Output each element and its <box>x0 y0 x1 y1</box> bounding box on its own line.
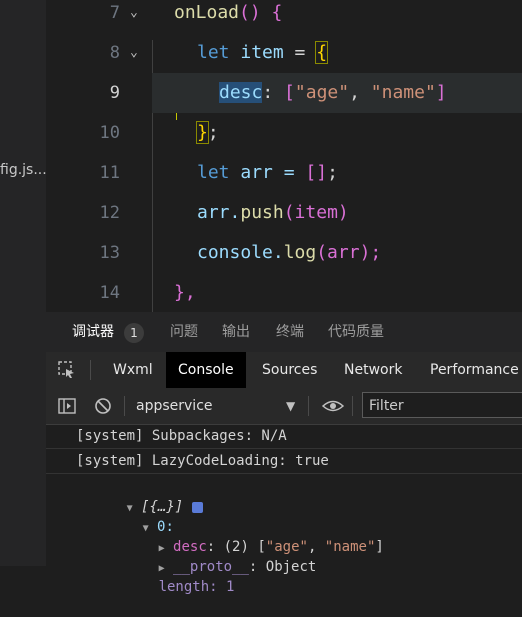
tab-console[interactable]: Console <box>166 352 246 388</box>
code-editor[interactable]: 7 ⌄ onLoad() { 8 ⌄ let item = { 9 desc: … <box>46 0 522 312</box>
explorer-sidebar: fig.js... <box>0 0 47 566</box>
token-var: arr = <box>229 162 306 183</box>
clear-console-icon[interactable] <box>94 397 112 419</box>
tab-performance[interactable]: Performance <box>418 352 522 388</box>
console-output: [system] Subpackages: N/A [system] LazyC… <box>46 424 522 595</box>
inspect-element-icon[interactable] <box>58 361 76 379</box>
token-brace: { <box>315 41 329 64</box>
console-toolbar: appservice ▼ Filter <box>46 388 522 425</box>
token-args: (item) <box>283 202 349 223</box>
tab-problems[interactable]: 问题 <box>170 312 198 352</box>
code-line-active: 9 desc: ["age", "name"] <box>46 73 522 113</box>
console-message-text: [system] LazyCodeLoading: true <box>76 453 329 469</box>
code-line: 7 ⌄ onLoad() { <box>46 0 522 33</box>
tab-network[interactable]: Network <box>332 352 414 388</box>
devtools-panel: 调试器 1 问题 输出 终端 代码质量 Wxml Console Sources… <box>46 312 522 595</box>
line-number: 11 <box>99 163 120 183</box>
token-var: item <box>229 42 295 63</box>
line-number: 12 <box>99 203 120 223</box>
token-bracket: ] <box>435 82 447 103</box>
token-keyword: let <box>197 42 230 63</box>
code-line: 14 }, <box>46 273 522 312</box>
console-message: [system] Subpackages: N/A <box>46 424 522 449</box>
divider <box>124 396 125 416</box>
file-tab-label[interactable]: fig.js... <box>0 162 47 178</box>
chevron-down-icon[interactable]: ⌄ <box>130 0 138 33</box>
filter-input[interactable]: Filter <box>362 392 522 418</box>
token-bracket: [ <box>284 82 295 103</box>
token-keyword: let <box>197 162 230 183</box>
line-number: 10 <box>99 123 120 143</box>
code-line: 8 ⌄ let item = { <box>46 33 522 73</box>
divider <box>90 360 91 380</box>
tab-debugger[interactable]: 调试器 <box>72 312 114 352</box>
line-number: 8 <box>109 43 120 63</box>
status-badge: 1 <box>124 323 144 343</box>
tab-terminal[interactable]: 终端 <box>276 312 304 352</box>
token-string: "age" <box>294 82 350 103</box>
bottom-panel-tabs: 调试器 1 问题 输出 终端 代码质量 <box>46 312 522 353</box>
tab-code-quality[interactable]: 代码质量 <box>328 312 384 352</box>
context-select[interactable]: appservice <box>136 388 213 424</box>
token-fn: log <box>283 242 317 263</box>
token-colon: : <box>262 82 285 103</box>
code-line: 12 arr.push(item) <box>46 193 522 233</box>
tree-close: ] <box>375 539 384 555</box>
code-line: 11 let arr = []; <box>46 153 522 193</box>
devtools-tabs: Wxml Console Sources Network Performance <box>46 352 522 389</box>
code-line: 10 }; <box>46 113 522 153</box>
token-var: arr. <box>197 202 241 223</box>
console-message-text: [system] Subpackages: N/A <box>76 428 287 444</box>
tree-value: : Object <box>248 559 317 575</box>
token-semi: ; <box>327 162 338 183</box>
console-message: [system] LazyCodeLoading: true <box>46 449 522 474</box>
code-line: 13 console.log(arr); <box>46 233 522 273</box>
chevron-down-icon[interactable]: ▼ <box>286 388 295 424</box>
tab-sources[interactable]: Sources <box>250 352 329 388</box>
token-fn: onLoad <box>174 2 240 23</box>
token-comma: , <box>349 82 371 103</box>
tree-length: length: 1 <box>158 579 235 595</box>
token-brace: }, <box>174 282 196 303</box>
line-number: 9 <box>109 83 120 103</box>
eye-icon[interactable] <box>321 397 345 419</box>
token-args: (arr); <box>316 242 382 263</box>
divider <box>352 396 353 416</box>
token-key-selected: desc <box>219 82 263 103</box>
token-rest: () { <box>239 2 283 23</box>
context-select-value: appservice <box>136 398 213 414</box>
info-icon <box>191 501 203 513</box>
tree-string: "name" <box>324 539 376 555</box>
token-op: = <box>294 42 317 63</box>
tab-output[interactable]: 输出 <box>222 312 250 352</box>
tree-node: length: 1 <box>108 557 235 617</box>
sidebar-toggle-icon[interactable] <box>58 397 76 419</box>
divider <box>308 396 309 416</box>
line-number: 13 <box>99 243 120 263</box>
token-string: "name" <box>370 82 436 103</box>
line-number: 7 <box>109 3 120 23</box>
token-semi: ; <box>207 122 219 143</box>
token-brace: } <box>196 121 209 144</box>
line-number: 14 <box>99 283 120 303</box>
token-bracket: [] <box>305 162 328 183</box>
token-fn: push <box>240 202 284 223</box>
tab-wxml[interactable]: Wxml <box>101 352 165 388</box>
token-var: console. <box>197 242 284 263</box>
chevron-down-icon[interactable]: ⌄ <box>130 33 138 73</box>
